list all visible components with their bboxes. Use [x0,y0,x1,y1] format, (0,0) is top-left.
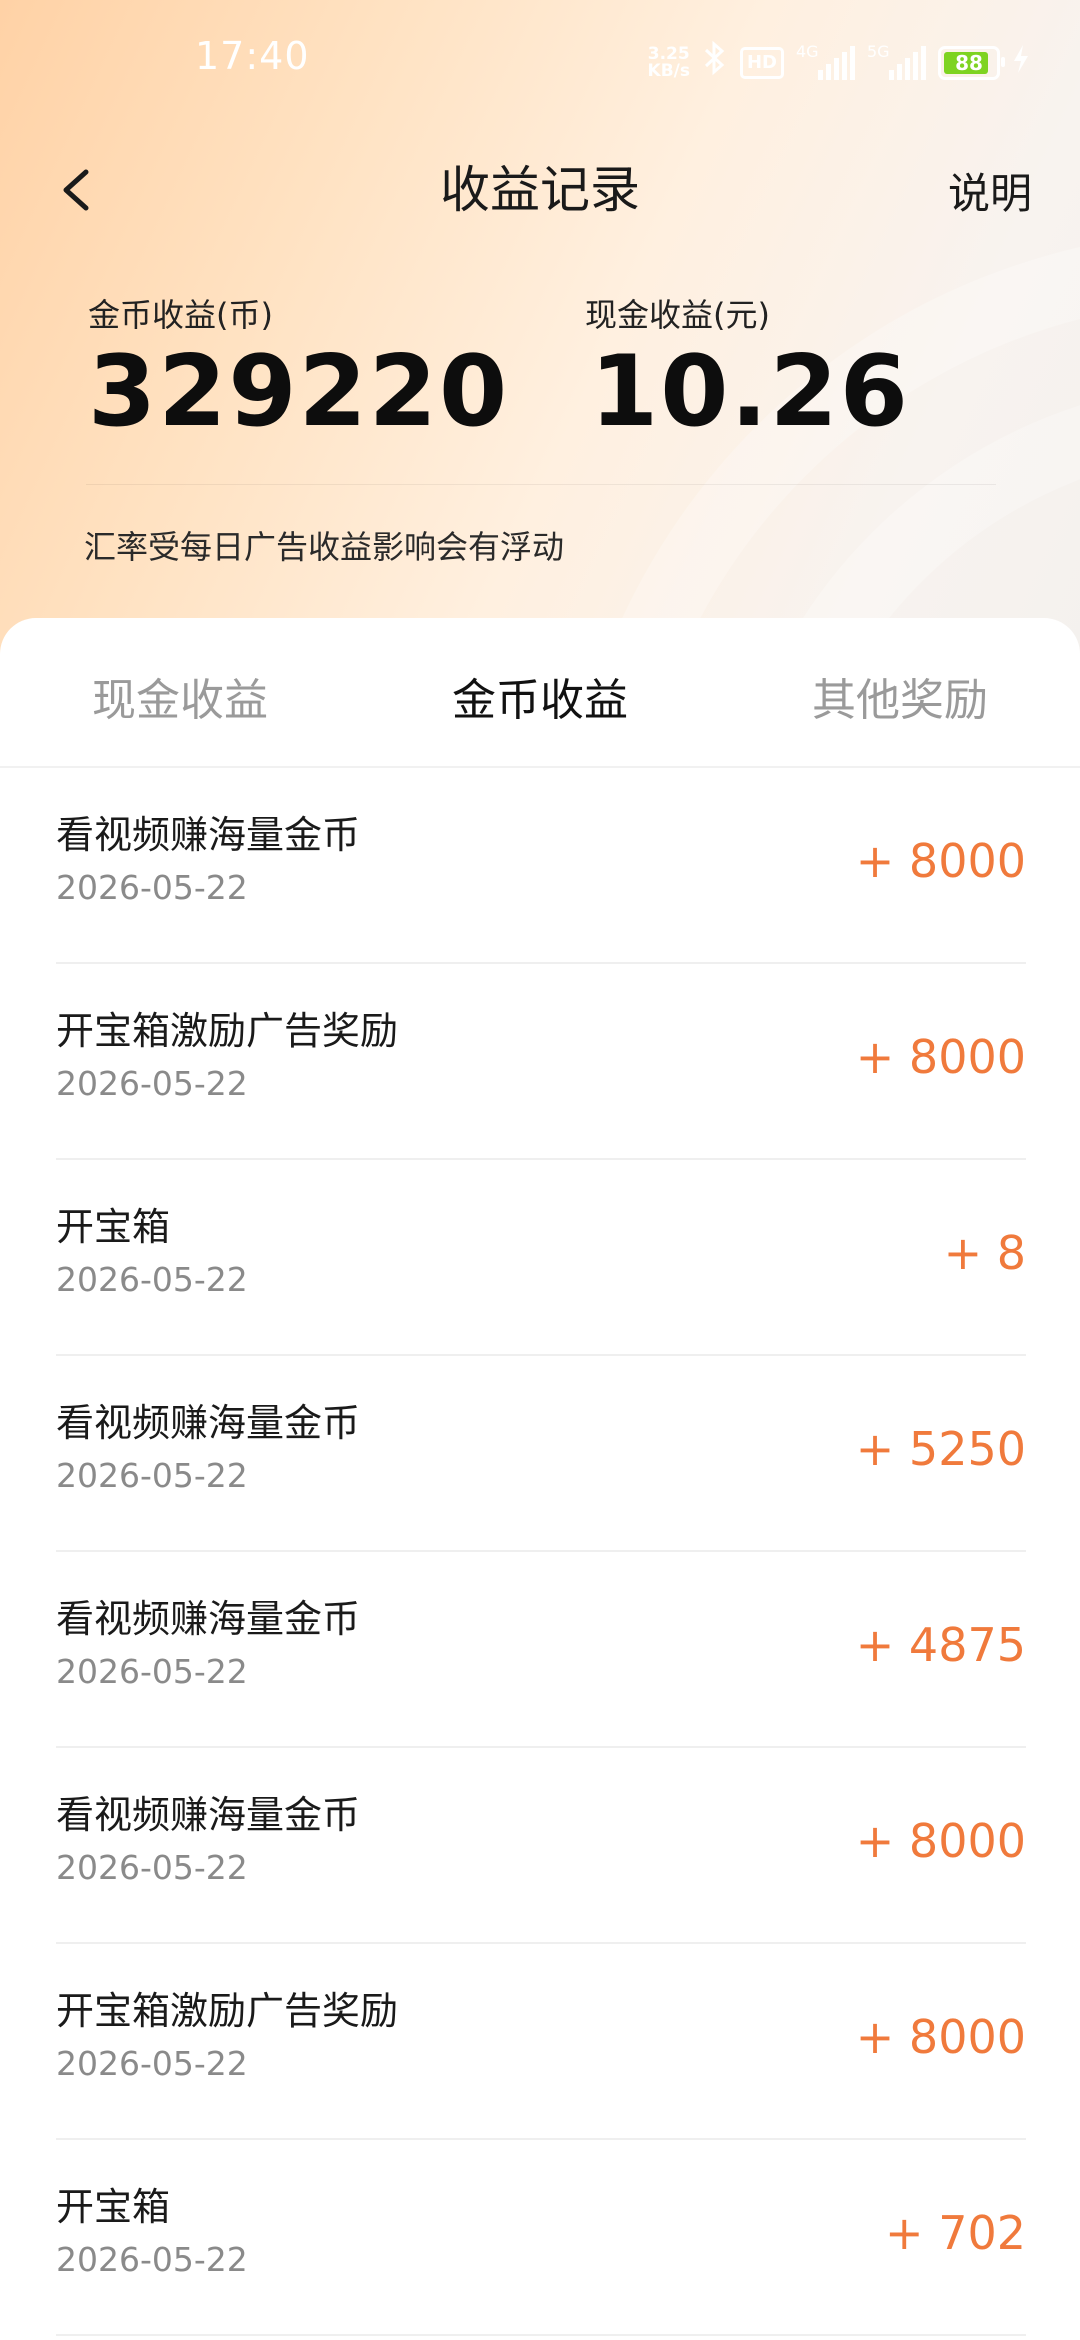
list-item: 开宝箱激励广告奖励 2026-05-22 + 8000 [56,1944,1026,2140]
battery-level: 88 [955,50,983,75]
record-amount: + 8 [943,1226,1026,1280]
network-speed-value: 3.25 [647,43,690,64]
tab-cash-earnings[interactable]: 现金收益 [0,664,360,728]
signal-icon: 5G [867,42,926,80]
earnings-list: 看视频赚海量金币 2026-05-22 + 8000 开宝箱激励广告奖励 202… [0,768,1080,2336]
record-title: 开宝箱 [56,1205,171,1249]
record-amount: + 702 [885,2206,1026,2260]
record-title: 开宝箱激励广告奖励 [56,1009,399,1053]
bluetooth-icon [702,40,728,85]
cash-earnings-value: 10.26 [590,335,910,449]
record-date: 2026-05-22 [56,1260,248,1299]
record-title: 看视频赚海量金币 [56,813,361,857]
record-date: 2026-05-22 [56,2240,248,2279]
tab-coin-earnings[interactable]: 金币收益 [360,664,720,728]
network-speed: 3.25 KB/s [647,43,690,81]
record-date: 2026-05-22 [56,1848,248,1887]
list-item: 看视频赚海量金币 2026-05-22 + 5250 [56,1356,1026,1552]
hd-voice-icon: HD [739,46,784,79]
earnings-tabs: 现金收益 金币收益 其他奖励 [0,618,1080,768]
status-time: 17:40 [195,34,310,78]
list-item: 开宝箱 2026-05-22 + 702 [56,2140,1026,2336]
record-amount: + 5250 [855,1422,1026,1476]
record-date: 2026-05-22 [56,1652,248,1691]
signal-icon: 4G [796,42,855,80]
battery-icon: 88 [938,45,1005,80]
record-date: 2026-05-22 [56,868,248,907]
records-panel: 现金收益 金币收益 其他奖励 看视频赚海量金币 2026-05-22 + 800… [0,618,1080,2340]
exchange-rate-note: 汇率受每日广告收益影响会有浮动 [84,528,565,566]
record-title: 开宝箱 [56,2185,171,2229]
record-title: 看视频赚海量金币 [56,1401,361,1445]
record-title: 看视频赚海量金币 [56,1597,361,1641]
list-item: 开宝箱 2026-05-22 + 8 [56,1160,1026,1356]
coin-earnings-label: 金币收益(币) [88,296,273,334]
list-item: 看视频赚海量金币 2026-05-22 + 8000 [56,768,1026,964]
record-date: 2026-05-22 [56,1456,248,1495]
record-amount: + 8000 [855,2010,1026,2064]
record-date: 2026-05-22 [56,2044,248,2083]
record-amount: + 8000 [855,1030,1026,1084]
list-item: 看视频赚海量金币 2026-05-22 + 4875 [56,1552,1026,1748]
list-item: 开宝箱激励广告奖励 2026-05-22 + 8000 [56,964,1026,1160]
record-amount: + 8000 [855,1814,1026,1868]
network-speed-unit: KB/s [647,60,690,81]
cash-earnings-label: 现金收益(元) [585,296,770,334]
record-date: 2026-05-22 [56,1064,248,1103]
help-button[interactable]: 说明 [948,160,1032,221]
record-title: 看视频赚海量金币 [56,1793,361,1837]
list-item: 看视频赚海量金币 2026-05-22 + 8000 [56,1748,1026,1944]
sim2-network-label: 5G [867,41,890,61]
summary-divider [86,484,996,485]
charging-icon [1012,44,1030,81]
tab-other-rewards[interactable]: 其他奖励 [720,664,1080,728]
status-bar: 17:40 3.25 KB/s HD 4G 5G 88 [0,0,1080,120]
sim1-network-label: 4G [796,41,819,61]
status-icons: 3.25 KB/s HD 4G 5G 88 [648,40,1030,85]
record-amount: + 4875 [855,1618,1026,1672]
record-amount: + 8000 [855,834,1026,888]
record-title: 开宝箱激励广告奖励 [56,1989,399,2033]
page-title: 收益记录 [440,161,640,219]
earnings-record-screen: 17:40 3.25 KB/s HD 4G 5G 88 收益记录 说明 金币收益… [0,0,1080,2340]
coin-earnings-value: 329220 [88,335,510,449]
